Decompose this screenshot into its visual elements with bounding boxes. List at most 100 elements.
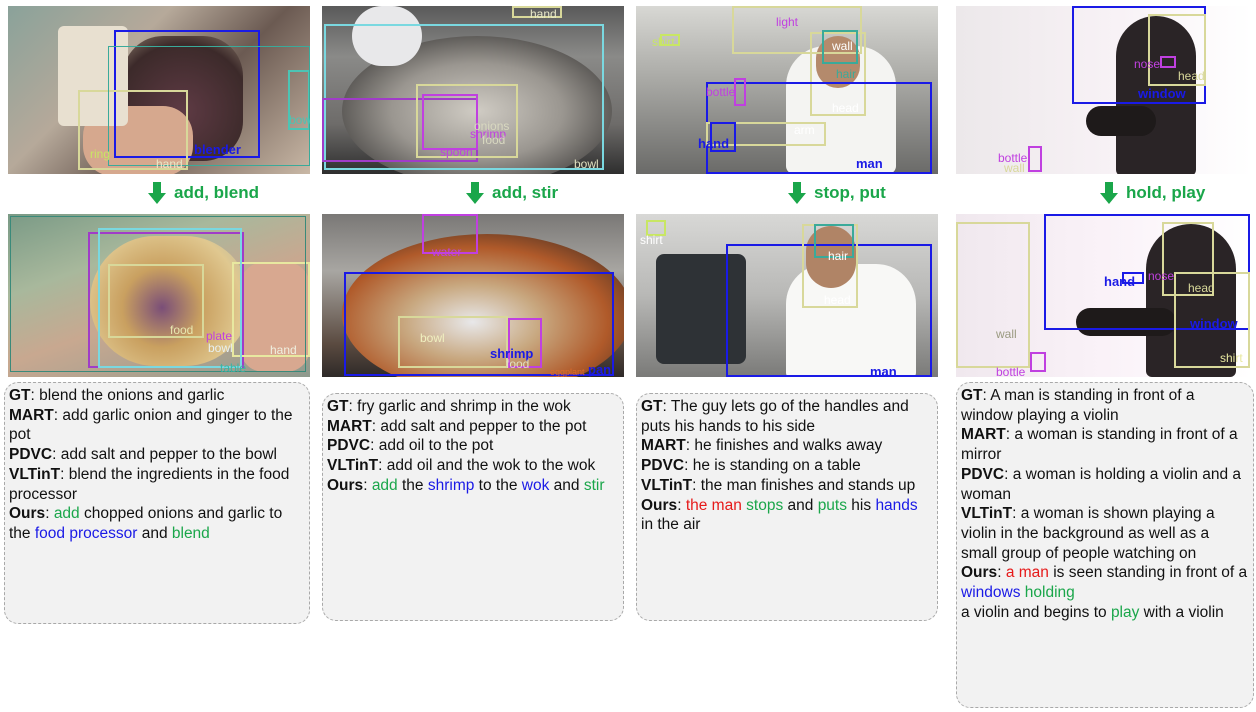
ours-word: blend <box>171 524 210 542</box>
bbox-label: wall <box>996 327 1017 341</box>
caption-vltint: VLTinT: the man finishes and stands up <box>641 476 916 494</box>
caption-gt: GT: blend the onions and garlic <box>9 387 225 404</box>
bbox-label: hair <box>836 67 857 81</box>
ours-word: stops <box>746 496 784 514</box>
bbox-label: bowl <box>574 157 599 171</box>
bbox-label: eggplant <box>550 367 585 377</box>
ours-word: shrimp <box>427 476 475 494</box>
ours-word: windows <box>961 584 1021 602</box>
bbox <box>956 222 1030 368</box>
ours-word: food processor <box>34 524 138 542</box>
bbox-label: bottle <box>706 85 736 99</box>
ours-word: puts <box>817 496 847 514</box>
caption-mart: MART: add salt and pepper to the pot <box>327 417 587 435</box>
bbox <box>1030 352 1046 372</box>
caption-pdvc: PDVC: a woman is holding a violin and a … <box>961 465 1242 503</box>
bbox-label: wall <box>1004 161 1025 174</box>
bbox-label: food <box>506 357 530 371</box>
bbox-label: man <box>870 364 897 377</box>
verb-text: hold, play <box>1126 183 1206 202</box>
verb-label-1: add, blend <box>148 181 259 205</box>
ours-word: play <box>1110 603 1140 621</box>
bbox-label: wall <box>832 39 853 53</box>
caption-ours: Ours: add chopped onions and garlic to t… <box>9 505 283 542</box>
verb-text: add, stir <box>492 183 559 202</box>
bbox <box>734 78 746 106</box>
caption-gt: GT: The guy lets go of the handles and p… <box>641 398 909 435</box>
caption-mart: MART: a woman is standing in front of a … <box>961 426 1238 464</box>
frame-3-top: shirt light wall hair bottle head arm ha… <box>636 6 938 174</box>
ours-word: his <box>847 496 876 514</box>
caption-pdvc: PDVC: add oil to the pot <box>327 437 494 455</box>
frame-4-top: nose head window bottle wall <box>956 6 1252 174</box>
bbox-label: head <box>832 101 859 115</box>
violin-shape <box>1086 106 1156 136</box>
caption-gt: GT: fry garlic and shrimp in the wok <box>327 398 571 415</box>
ours-word: wok <box>521 476 550 494</box>
bbox-label: hand <box>530 7 557 21</box>
bbox-label: hand <box>156 157 183 171</box>
bbox-label: bowl <box>208 341 233 355</box>
bbox-label: water <box>432 245 462 259</box>
bbox-label: onions <box>474 119 510 133</box>
bbox-label: nose <box>1148 269 1175 283</box>
bbox-label: food <box>482 133 506 147</box>
bbox-label: food <box>170 323 194 337</box>
ours-word: and <box>783 496 818 514</box>
verb-label-3: stop, put <box>788 181 886 205</box>
caption-box-1: GT: blend the onions and garlic MART: ad… <box>4 382 310 624</box>
verb-label-4: hold, play <box>1100 181 1205 205</box>
ours-word: in the air <box>641 516 701 534</box>
ours-word: holding <box>1024 584 1075 602</box>
frame-1-bottom: food plate bowl hand table <box>8 214 310 377</box>
ours-word: to the <box>474 476 522 494</box>
caption-box-4: GT: A man is standing in front of a wind… <box>956 382 1254 708</box>
down-arrow-icon <box>466 182 484 204</box>
bbox-label: hand <box>1104 274 1136 289</box>
bbox-label: window <box>1138 86 1186 101</box>
bbox-label: hand <box>698 136 730 151</box>
bbox-label: hair <box>828 249 849 263</box>
bbox-label: arm <box>794 123 815 137</box>
ours-word: the man <box>685 496 742 514</box>
frame-3-bottom: shirt hair head man <box>636 214 938 377</box>
bbox-label: light <box>776 15 799 29</box>
ours-word: and <box>549 476 584 494</box>
caption-vltint: VLTinT: add oil and the wok to the wok <box>327 457 596 475</box>
ours-word: and <box>137 524 172 542</box>
down-arrow-icon <box>1100 182 1118 204</box>
caption-pdvc: PDVC: add salt and pepper to the bowl <box>9 446 277 464</box>
down-arrow-icon <box>148 182 166 204</box>
ours-word: hands <box>875 496 918 514</box>
bbox-label: shirt <box>1220 351 1243 365</box>
bbox-label: pan <box>588 362 612 377</box>
caption-pdvc: PDVC: he is standing on a table <box>641 457 861 475</box>
bbox-label: bowl <box>420 331 445 345</box>
bbox-label: head <box>1178 69 1205 83</box>
caption-box-2: GT: fry garlic and shrimp in the wok MAR… <box>322 393 624 621</box>
frame-1-top: blender bowl ring hand <box>8 6 310 174</box>
bbox-label: shirt <box>640 233 663 247</box>
ours-word: add <box>53 505 80 523</box>
frame-2-bottom: water bowl shrimp food pan eggplant <box>322 214 624 377</box>
caption-vltint: VLTinT: blend the ingredients in the foo… <box>9 465 290 503</box>
caption-ours: Ours: a man is seen standing in front of… <box>961 564 1248 621</box>
bbox-label: shirt <box>652 35 675 49</box>
bbox-label: blender <box>194 142 241 157</box>
ours-word: the <box>397 476 428 494</box>
bbox-label: man <box>856 156 883 171</box>
caption-gt: GT: A man is standing in front of a wind… <box>961 387 1195 424</box>
bbox <box>1028 146 1042 172</box>
bbox <box>10 216 306 372</box>
bbox-label: head <box>1188 281 1215 295</box>
ours-word: stir <box>583 476 605 494</box>
bbox-label: hand <box>270 343 297 357</box>
bbox-label: table <box>220 361 247 375</box>
bbox <box>1160 56 1176 68</box>
bbox-label: head <box>824 293 851 307</box>
bbox-label: ring <box>90 147 111 161</box>
verb-label-2: add, stir <box>466 181 558 205</box>
ours-word: add <box>371 476 398 494</box>
frame-2-top: hand shrimp spoon bowl onions food <box>322 6 624 174</box>
verb-text: add, blend <box>174 183 259 202</box>
